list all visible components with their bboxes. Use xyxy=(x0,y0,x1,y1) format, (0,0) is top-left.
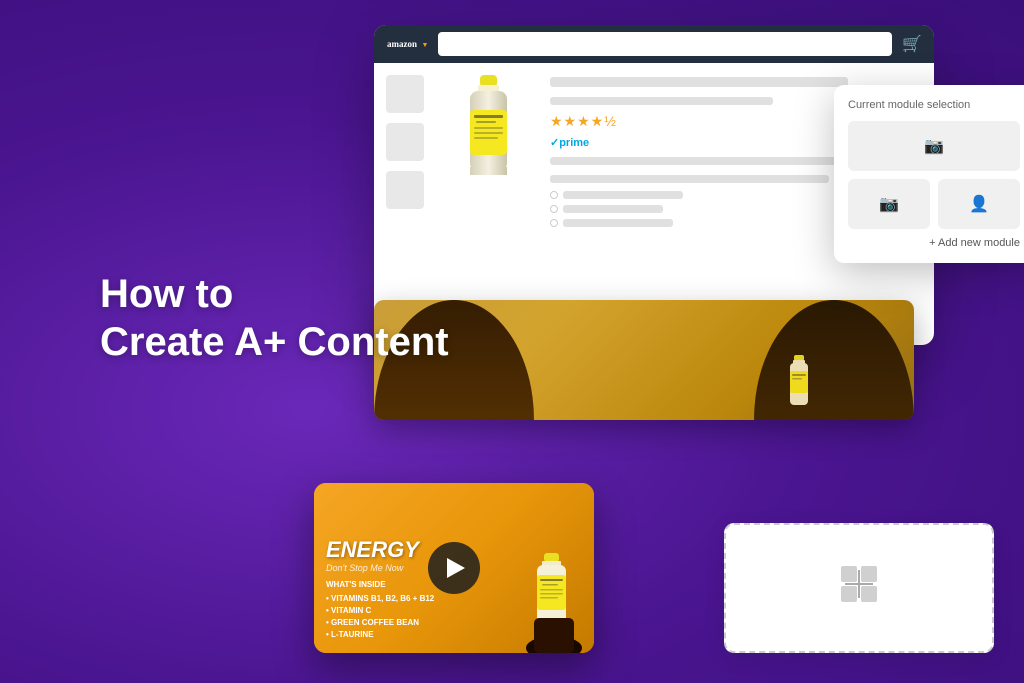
check-line-3 xyxy=(563,219,673,227)
video-text-block: ENERGY Don't Stop Me Now WHAT'S INSIDE •… xyxy=(326,537,582,641)
module-grid: 📷 📷 👤 xyxy=(848,121,1020,229)
check-line-1 xyxy=(563,191,683,199)
video-energy-title: ENERGY xyxy=(326,537,582,563)
module-cell-wide[interactable]: 📷 xyxy=(848,121,1020,171)
amazon-logo: amazon ▼ xyxy=(386,36,428,52)
product-image-area xyxy=(438,75,538,333)
module-panel-title: Current module selection xyxy=(848,99,1020,111)
ingredient-1: • VITAMINS B1, B2, B6 + B12 xyxy=(326,593,582,605)
check-circle-2 xyxy=(550,205,558,213)
strip-overlay xyxy=(374,300,914,420)
sidebar-thumb-3 xyxy=(386,171,424,209)
hero-line1: How to xyxy=(100,272,233,316)
amazon-cart-icon: 🛒 xyxy=(902,34,922,54)
check-line-2 xyxy=(563,205,663,213)
ingredients-header: WHAT'S INSIDE xyxy=(326,579,582,591)
eva-logo: eva xyxy=(927,611,984,653)
product-title-placeholder xyxy=(550,77,848,87)
amazon-search-bar xyxy=(438,32,892,56)
product-title-placeholder-2 xyxy=(550,97,773,105)
hero-title: How to Create A+ Content xyxy=(100,270,449,366)
check-circle-3 xyxy=(550,219,558,227)
detail-line-2 xyxy=(550,175,829,183)
module-image-icon-2: 📷 xyxy=(879,194,899,214)
photo-strip xyxy=(374,300,914,420)
placeholder-grid-icon xyxy=(839,564,879,612)
amazon-header: amazon ▼ 🛒 xyxy=(374,25,934,63)
ingredient-3: • GREEN COFFEE BEAN xyxy=(326,617,582,629)
video-ingredients: WHAT'S INSIDE • VITAMINS B1, B2, B6 + B1… xyxy=(326,579,582,641)
check-circle-1 xyxy=(550,191,558,199)
photo-strip-inner xyxy=(374,300,914,420)
video-card-content: ENERGY Don't Stop Me Now WHAT'S INSIDE •… xyxy=(314,483,594,653)
ingredient-4: • L-TAURINE xyxy=(326,629,582,641)
hero-text-block: How to Create A+ Content xyxy=(100,270,449,366)
module-cell-1[interactable]: 📷 xyxy=(848,179,930,229)
sidebar-thumb-2 xyxy=(386,123,424,161)
module-image-icon: 📷 xyxy=(924,136,944,156)
product-bottle-image xyxy=(456,75,521,190)
hero-line2: Create A+ Content xyxy=(100,320,449,364)
grid-icon-svg xyxy=(839,564,879,604)
sidebar-thumb-1 xyxy=(386,75,424,113)
add-module-button[interactable]: + Add new module xyxy=(848,237,1020,249)
ingredient-2: • VITAMIN C xyxy=(326,605,582,617)
video-subtitle: Don't Stop Me Now xyxy=(326,563,582,573)
module-panel: Current module selection 📷 📷 👤 + Add new… xyxy=(834,85,1024,263)
module-person-icon: 👤 xyxy=(969,194,989,214)
video-card[interactable]: ENERGY Don't Stop Me Now WHAT'S INSIDE •… xyxy=(314,483,594,653)
module-cell-2[interactable]: 👤 xyxy=(938,179,1020,229)
